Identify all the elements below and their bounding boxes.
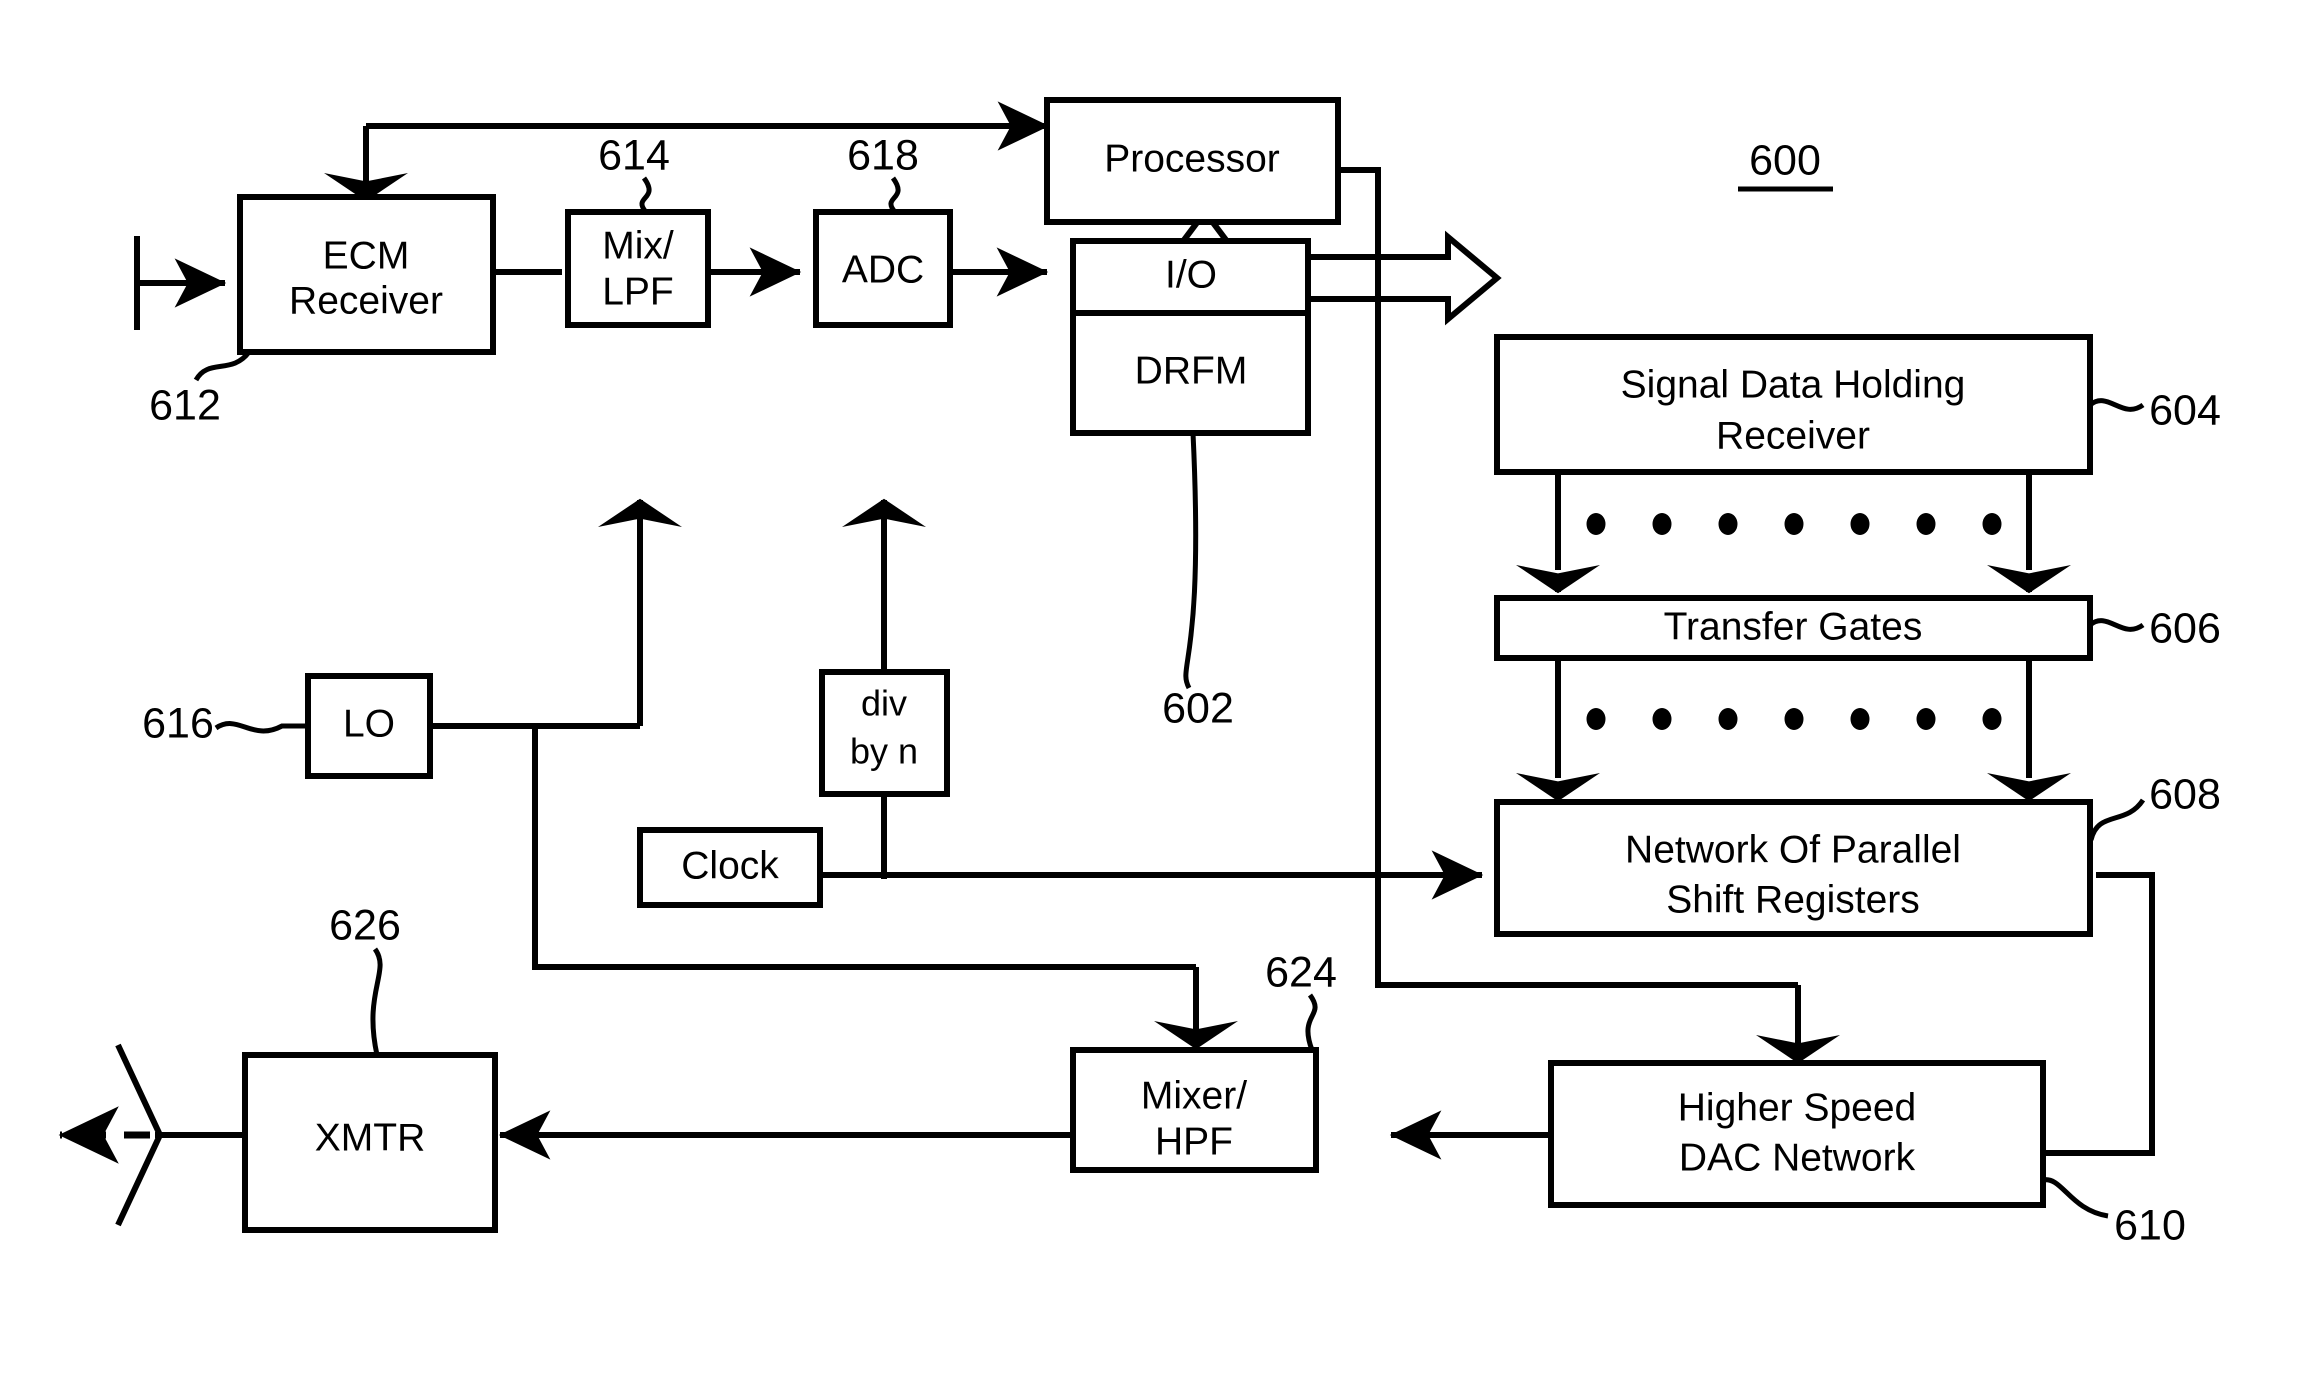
- ref-612-label: 612: [149, 381, 221, 429]
- ref-624-label: 624: [1265, 948, 1337, 996]
- ref-602-leader: [1183, 432, 1199, 690]
- ref-606-leader: [2088, 618, 2145, 632]
- clock-label: Clock: [681, 844, 779, 887]
- ref-618-label: 618: [847, 131, 919, 179]
- ref-616-label: 616: [142, 699, 214, 747]
- ref-618-leader: [888, 176, 901, 214]
- div-by-n-label-1: div: [861, 683, 907, 724]
- adc-label: ADC: [842, 248, 924, 291]
- ref-602-label: 602: [1162, 684, 1234, 732]
- transfer-gates-label: Transfer Gates: [1664, 605, 1923, 648]
- mix-lpf-label-2: LPF: [602, 270, 674, 313]
- div-by-n-label-2: by n: [850, 731, 918, 772]
- ref-604-leader: [2088, 398, 2145, 412]
- ref-604-label: 604: [2149, 386, 2221, 434]
- ref-610-label: 610: [2114, 1201, 2186, 1249]
- ref-608-label: 608: [2149, 770, 2221, 818]
- block-diagram: ECM Receiver Mix/ LPF ADC I/O DRFM Proce…: [58, 97, 2221, 1249]
- ref-608-leader: [2088, 798, 2146, 841]
- mixer-hpf-label-2: HPF: [1155, 1120, 1233, 1163]
- ecm-receiver-label-1: ECM: [323, 234, 410, 277]
- lo-label: LO: [343, 702, 395, 745]
- mix-lpf-label-1: Mix/: [602, 224, 674, 267]
- ref-614-label: 614: [598, 131, 670, 179]
- dac-network-label-1: Higher Speed: [1678, 1086, 1917, 1129]
- io-label: I/O: [1165, 253, 1217, 296]
- ref-626-leader: [370, 947, 383, 1056]
- ref-616-leader: [214, 721, 308, 734]
- shift-registers-label-1: Network Of Parallel: [1625, 828, 1961, 871]
- processor-label: Processor: [1104, 137, 1280, 180]
- ellipsis-holding-to-gates: [1586, 513, 2002, 535]
- holding-receiver-label-1: Signal Data Holding: [1621, 363, 1966, 406]
- ref-614-leader: [639, 176, 652, 214]
- ref-626-label: 626: [329, 901, 401, 949]
- drfm-label: DRFM: [1135, 349, 1248, 392]
- dac-network-label-2: DAC Network: [1679, 1136, 1916, 1179]
- mixer-hpf-label-1: Mixer/: [1141, 1074, 1247, 1117]
- ref-624-leader: [1305, 993, 1318, 1051]
- xmtr-label: XMTR: [315, 1116, 426, 1159]
- ref-606-label: 606: [2149, 604, 2221, 652]
- holding-receiver-label-2: Receiver: [1716, 414, 1870, 457]
- figure-number: 600: [1749, 136, 1821, 184]
- ref-612-leader: [193, 350, 252, 382]
- block-dac-network[interactable]: [1548, 1060, 2046, 1208]
- ref-610-leader: [2042, 1177, 2109, 1219]
- shift-registers-label-2: Shift Registers: [1666, 878, 1920, 921]
- ecm-receiver-label-2: Receiver: [289, 279, 443, 322]
- ellipsis-gates-to-shift: [1586, 708, 2002, 730]
- diagram-canvas: ECM Receiver Mix/ LPF ADC I/O DRFM Proce…: [0, 0, 2311, 1389]
- io-to-holding-receiver-arrow: [1305, 230, 1502, 326]
